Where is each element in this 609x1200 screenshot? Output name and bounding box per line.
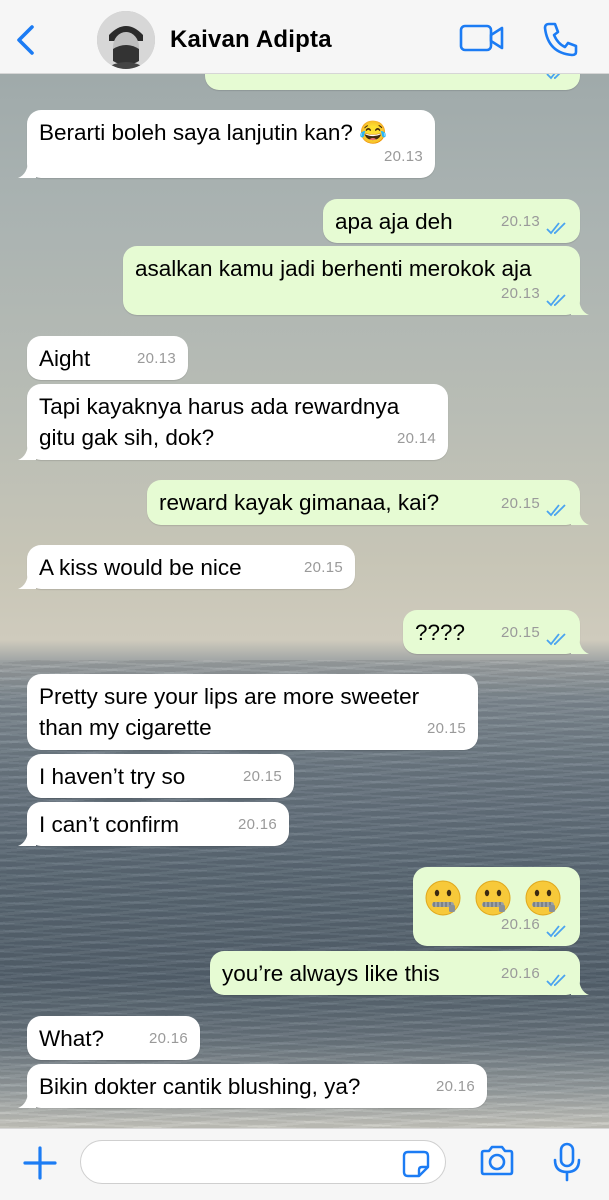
- message-composer: [0, 1128, 609, 1200]
- incoming-message[interactable]: Bikin dokter cantik blushing, ya? 20.16: [18, 1064, 487, 1108]
- message-time: 20.13: [136, 350, 176, 367]
- message-time: 20.15: [426, 720, 466, 737]
- incoming-message[interactable]: Aight 20.13: [27, 336, 188, 380]
- incoming-message[interactable]: Pretty sure your lips are more sweeter t…: [27, 674, 478, 750]
- message-text-line-1: Tapi kayaknya harus ada rewardnya: [39, 394, 400, 419]
- bubble-tail: [18, 160, 36, 178]
- outgoing-message[interactable]: apa aja deh 20.13: [323, 199, 580, 243]
- read-ticks-icon: [546, 925, 566, 938]
- contact-name[interactable]: Kaivan Adipta: [170, 26, 332, 54]
- message-time: 20.16: [500, 916, 540, 933]
- camera-icon[interactable]: [478, 1144, 516, 1178]
- message-time: 20.16: [148, 1030, 188, 1047]
- phone-icon[interactable]: [540, 20, 580, 58]
- incoming-message[interactable]: Berarti boleh saya lanjutin kan? 😂 20.13: [18, 110, 435, 178]
- message-time: 20.13: [500, 285, 540, 302]
- message-time: 20.13: [383, 148, 423, 165]
- message-time: 20.15: [303, 559, 343, 576]
- message-text: Bikin dokter cantik blushing, ya?: [39, 1074, 361, 1099]
- outgoing-message[interactable]: you’re always like this 20.16: [210, 951, 589, 995]
- read-ticks-icon: [546, 974, 566, 987]
- bubble-tail: [571, 507, 589, 525]
- read-ticks-icon: [546, 504, 566, 517]
- bubble-tail: [18, 571, 36, 589]
- avatar[interactable]: [97, 11, 155, 69]
- message-text-line-2: than my cigarette: [39, 715, 212, 740]
- message-text-line-2: gitu gak sih, dok?: [39, 425, 215, 450]
- message-time: 20.15: [500, 495, 540, 512]
- read-ticks-icon: [546, 222, 566, 235]
- message-input[interactable]: [80, 1140, 446, 1184]
- message-time: 20.16: [435, 1078, 475, 1095]
- sticker-icon[interactable]: [402, 1150, 430, 1178]
- outgoing-message[interactable]: reward kayak gimanaa, kai? 20.15: [147, 480, 589, 525]
- chevron-left-icon[interactable]: [8, 20, 44, 60]
- message-text: A kiss would be nice: [39, 555, 242, 580]
- outgoing-message[interactable]: asalkan kamu jadi berhenti merokok aja 2…: [123, 246, 589, 315]
- message-time: 20.16: [237, 816, 277, 833]
- incoming-message[interactable]: What? 20.16: [27, 1016, 200, 1060]
- plus-icon[interactable]: [22, 1145, 58, 1181]
- bubble-tail: [571, 636, 589, 654]
- incoming-message[interactable]: I haven’t try so 20.15: [27, 754, 294, 798]
- incoming-message[interactable]: I can’t confirm 20.16: [18, 802, 289, 846]
- message-time: 20.15: [242, 768, 282, 785]
- video-camera-icon[interactable]: [459, 22, 505, 54]
- message-time: 20.14: [396, 430, 436, 447]
- message-text: Berarti boleh saya lanjutin kan? 😂: [39, 120, 388, 145]
- bubble-tail: [18, 1090, 36, 1108]
- outgoing-message[interactable]: ???? 20.15: [403, 610, 589, 654]
- microphone-icon[interactable]: [552, 1142, 582, 1182]
- chat-header: Kaivan Adipta: [0, 0, 609, 74]
- incoming-message[interactable]: A kiss would be nice 20.15: [18, 545, 355, 589]
- zipper-mouth-face-icon: [425, 880, 461, 916]
- avatar-photo: [97, 11, 155, 69]
- bubble-tail: [571, 297, 589, 315]
- bubble-tail: [18, 442, 36, 460]
- message-time: 20.15: [500, 624, 540, 641]
- emoji-row: [425, 874, 568, 916]
- read-ticks-icon: [546, 294, 566, 307]
- message-time: 20.16: [500, 965, 540, 982]
- outgoing-emoji-message[interactable]: 20.16: [413, 867, 580, 946]
- bubble-tail: [571, 977, 589, 995]
- bubble-tail: [18, 828, 36, 846]
- message-text-line-1: Pretty sure your lips are more sweeter: [39, 684, 420, 709]
- read-ticks-icon: [546, 633, 566, 646]
- message-time: 20.13: [500, 213, 540, 230]
- incoming-message[interactable]: Tapi kayaknya harus ada rewardnya gitu g…: [18, 384, 448, 460]
